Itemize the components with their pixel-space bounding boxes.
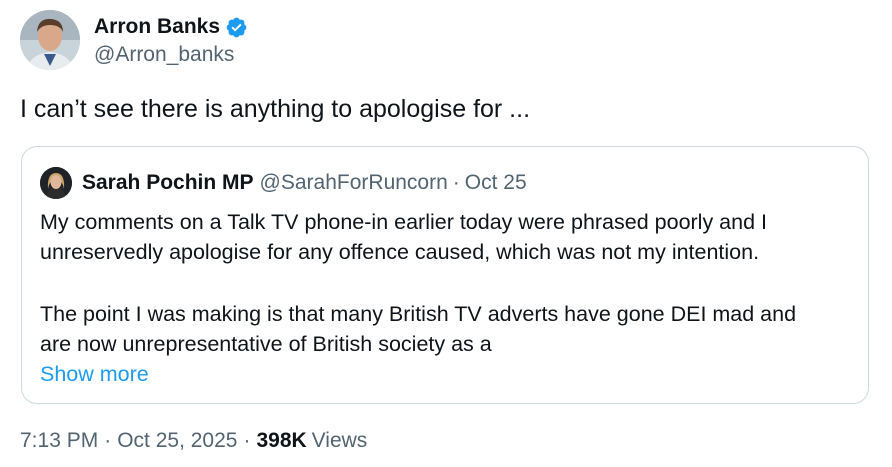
quoted-tweet-header: Sarah Pochin MP @SarahForRuncorn · Oct 2…: [40, 167, 527, 199]
author-avatar[interactable]: [20, 10, 80, 70]
author-display-name[interactable]: Arron Banks: [94, 15, 220, 39]
quoted-author-display-name: Sarah Pochin MP: [82, 171, 254, 194]
author-names: Arron Banks @Arron_banks: [94, 14, 494, 67]
display-name-row: Arron Banks: [94, 14, 494, 40]
quoted-header-separator: ·: [452, 171, 460, 194]
quoted-text-line: are now unrepresentative of British soci…: [40, 332, 492, 356]
tweet: Arron Banks @Arron_banks I can’t see the…: [0, 0, 892, 467]
quoted-author-handle: @SarahForRuncorn: [259, 171, 448, 194]
quoted-tweet-date: Oct 25: [464, 171, 527, 194]
tweet-text: I can’t see there is anything to apologi…: [20, 95, 531, 123]
tweet-time[interactable]: 7:13 PM: [20, 429, 98, 453]
quoted-author-avatar: [40, 167, 72, 199]
quoted-text-line: The point I was making is that many Brit…: [40, 302, 797, 326]
quoted-tweet-body: My comments on a Talk TV phone-in earlie…: [40, 207, 860, 389]
quoted-author-avatar-image: [40, 167, 72, 199]
quoted-tweet[interactable]: Sarah Pochin MP @SarahForRuncorn · Oct 2…: [21, 146, 869, 404]
meta-separator: ·: [104, 429, 112, 452]
tweet-metadata: 7:13 PM · Oct 25, 2025 · 398K Views: [20, 429, 367, 453]
meta-separator: ·: [243, 429, 251, 452]
views-label: Views: [311, 429, 368, 452]
author-avatar-image: [20, 10, 80, 70]
tweet-date[interactable]: Oct 25, 2025: [117, 429, 237, 453]
views-count: 398K: [256, 429, 307, 452]
verified-badge-icon[interactable]: [225, 16, 248, 39]
author-handle[interactable]: @Arron_banks: [94, 43, 494, 67]
show-more-link[interactable]: Show more: [40, 359, 860, 389]
quoted-text-line: My comments on a Talk TV phone-in earlie…: [40, 210, 768, 234]
quoted-text-line: unreservedly apologise for any offence c…: [40, 240, 760, 264]
